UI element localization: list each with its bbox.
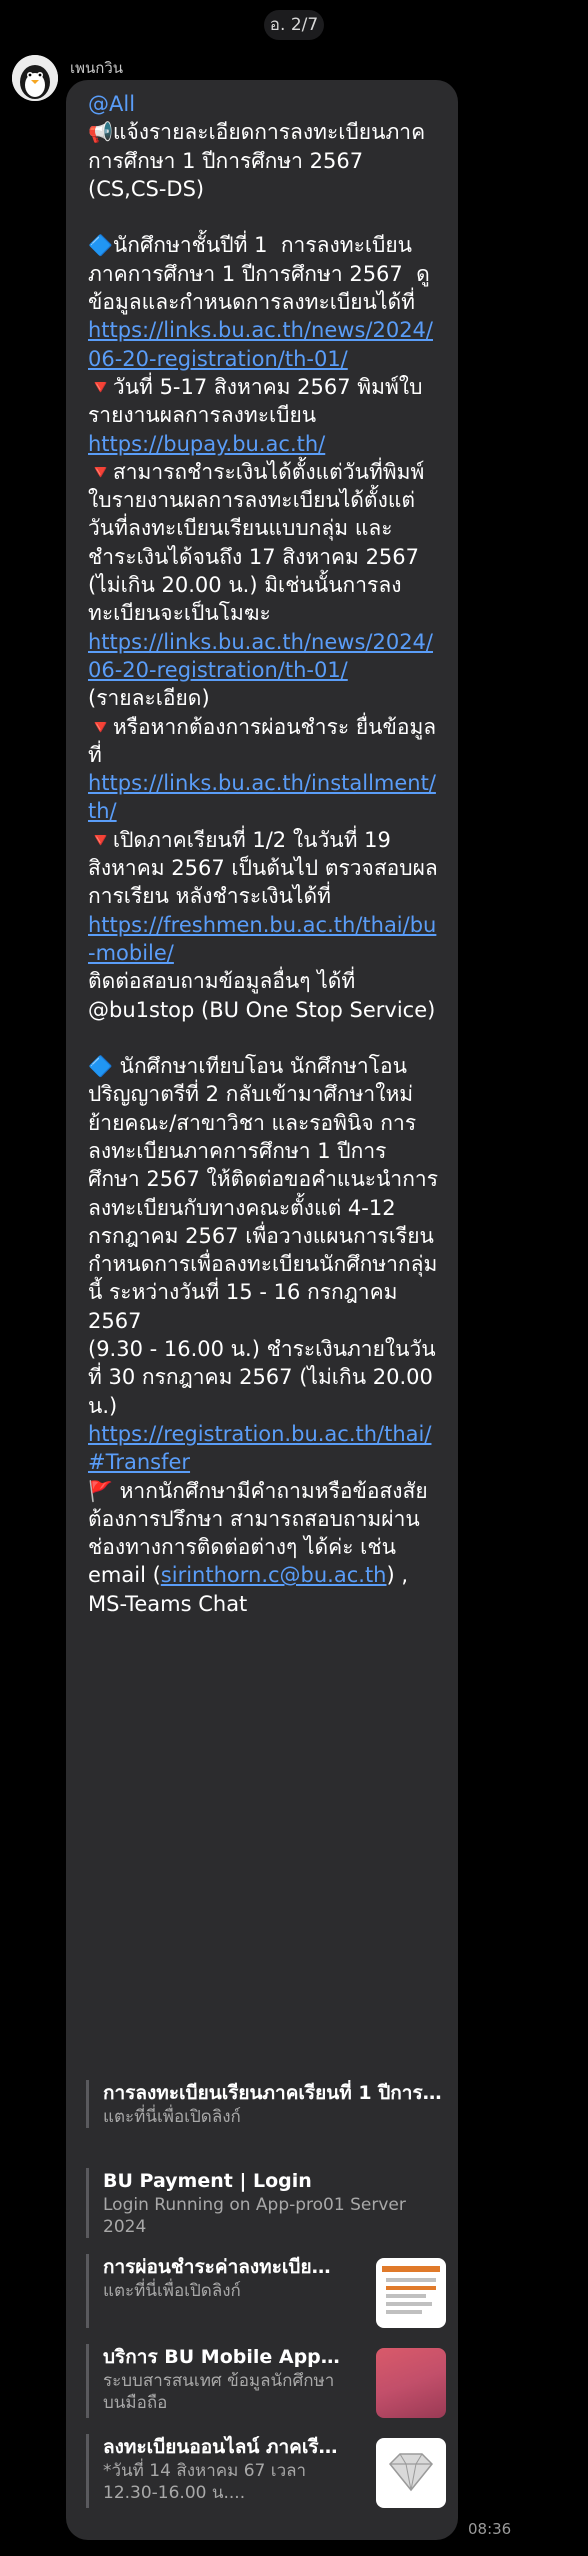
date-separator: อ. 2/7 — [264, 10, 324, 40]
link-preview[interactable]: การลงทะเบียนเรียนภาคเรียนที่ 1 ปีการศึกษ… — [86, 2080, 446, 2128]
link-preview[interactable]: BU Payment | Login Login Running on App-… — [86, 2168, 446, 2238]
megaphone-icon: 📢 — [88, 120, 113, 145]
item-semester-open: เปิดภาคเรียนที่ 1/2 ในวันที่ 19 สิงหาคม … — [88, 827, 438, 909]
installment-link[interactable]: https://links.bu.ac.th/installment/th/ — [88, 771, 436, 823]
bupay-link[interactable]: https://bupay.bu.ac.th/ — [88, 432, 325, 456]
preview-title: การผ่อนชำระค่าลงทะเบียนเรียน — [103, 2256, 343, 2278]
mention-all[interactable]: @All — [88, 92, 135, 116]
transfer-link[interactable]: https://registration.bu.ac.th/thai/#Tran… — [88, 1422, 431, 1474]
message-header: แจ้งรายละเอียดการลงทะเบียนภาคการศึกษา 1 … — [88, 120, 426, 201]
contact-info: ติดต่อสอบถามข้อมูลอื่นๆ ได้ที่ @bu1stop … — [88, 969, 436, 1022]
blue-diamond-icon: 🔷 — [88, 1054, 113, 1079]
red-flag-icon: 🚩 — [88, 1478, 113, 1503]
link-preview[interactable]: ลงทะเบียนออนไลน์ ภาคเรียนที่ 1 *วันที่ 1… — [86, 2434, 446, 2508]
message-text: @All 📢แจ้งรายละเอียดการลงทะเบียนภาคการศึ… — [88, 90, 438, 1618]
message-timestamp: 08:36 — [468, 2520, 512, 2538]
registration-link[interactable]: https://links.bu.ac.th/news/2024/06-20-r… — [88, 318, 433, 370]
link-preview[interactable]: บริการ BU Mobile App : ระบบสารสนเทศ ระบบ… — [86, 2344, 446, 2418]
section1-intro: นักศึกษาชั้นปีที่ 1 การลงทะเบียนภาคการศึ… — [88, 233, 430, 315]
preview-title: การลงทะเบียนเรียนภาคเรียนที่ 1 ปีการศึกษ… — [103, 2082, 446, 2104]
diamond-thumbnail-icon — [388, 2453, 434, 2492]
preview-desc: ระบบสารสนเทศ ข้อมูลนักศึกษาบนมือถือ — [103, 2371, 335, 2413]
sender-avatar[interactable] — [12, 55, 58, 101]
red-triangle-icon: 🔻 — [88, 374, 113, 399]
item-installment: หรือหากต้องการผ่อนชำระ ยื่นข้อมูลที่ — [88, 714, 437, 767]
item-print-report: วันที่ 5-17 สิงหาคม 2567 พิมพ์ใบรายงานผล… — [88, 374, 423, 428]
registration-link-2[interactable]: https://links.bu.ac.th/news/2024/06-20-r… — [88, 630, 433, 682]
preview-title: ลงทะเบียนออนไลน์ ภาคเรียนที่ 1 — [103, 2436, 343, 2458]
link-previews: การลงทะเบียนเรียนภาคเรียนที่ 1 ปีการศึกษ… — [86, 2080, 446, 2524]
red-triangle-icon: 🔻 — [88, 459, 113, 484]
preview-thumbnail — [376, 2348, 446, 2418]
preview-desc: แตะที่นี่เพื่อเปิดลิงก์ — [103, 2281, 241, 2301]
blue-diamond-icon: 🔷 — [88, 233, 113, 258]
red-triangle-icon: 🔻 — [88, 827, 113, 852]
preview-desc: *วันที่ 14 สิงหาคม 67 เวลา 12.30-16.00 น… — [103, 2461, 307, 2503]
document-thumbnail-icon — [382, 2266, 440, 2314]
preview-title: BU Payment | Login — [103, 2170, 312, 2192]
red-triangle-icon: 🔻 — [88, 714, 113, 739]
section2-transfer: นักศึกษาเทียบโอน นักศึกษาโอน ปริญญาตรีที… — [88, 1054, 439, 1418]
preview-thumbnail — [376, 2258, 446, 2328]
penguin-icon — [12, 55, 58, 101]
sender-name[interactable]: เพนกวิน — [70, 56, 123, 80]
email-link[interactable]: sirinthorn.c@bu.ac.th — [161, 1563, 387, 1587]
item-payment: สามารถชำระเงินได้ตั้งแต่วันที่พิมพ์ใบราย… — [88, 459, 426, 626]
preview-title: บริการ BU Mobile App : ระบบสารสนเทศ — [103, 2346, 343, 2368]
link-preview[interactable]: การผ่อนชำระค่าลงทะเบียนเรียน แตะที่นี่เพ… — [86, 2254, 446, 2328]
bu-mobile-link[interactable]: https://freshmen.bu.ac.th/thai/bu-mobile… — [88, 913, 436, 965]
preview-desc: Login Running on App-pro01 Server 2024 — [103, 2195, 406, 2237]
preview-desc: แตะที่นี่เพื่อเปิดลิงก์ — [103, 2107, 241, 2127]
item-details: (รายละเอียด) — [88, 686, 210, 711]
preview-thumbnail — [376, 2438, 446, 2508]
